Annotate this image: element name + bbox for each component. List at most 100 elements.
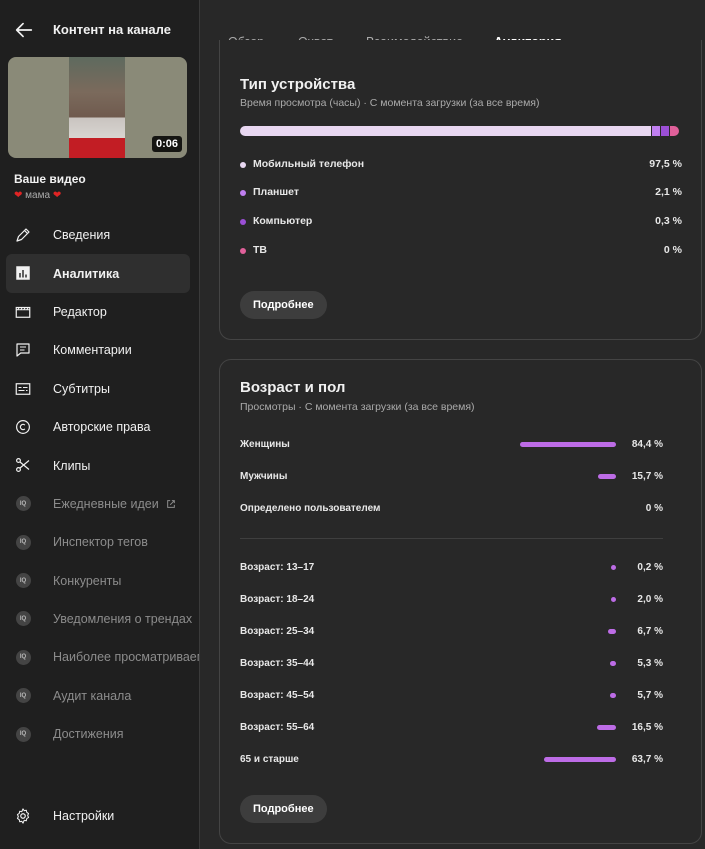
age-value: 63,7 % [631,754,663,765]
age-row: Возраст: 45–54 5,7 % [240,688,663,704]
age-value: 16,5 % [631,722,663,733]
gender-row: Мужчины 15,7 % [240,469,663,485]
age-card-subtitle: Просмотры · С момента загрузки (за все в… [240,401,475,413]
legend-dot [240,190,246,196]
gender-value: 15,7 % [631,471,663,482]
age-details-button[interactable]: Подробнее [240,795,327,823]
iq-icon: IQ [14,610,32,628]
age-label: Возраст: 35–44 [240,658,315,669]
sidebar-item-settings[interactable]: Настройки [0,797,199,835]
age-bar [611,565,616,570]
sidebar-item-label: Аналитика [53,266,120,281]
sidebar-item-label: Комментарии [53,343,132,358]
age-bar [597,725,616,730]
device-row-tv: ТВ 0 % [240,243,682,259]
gender-label: Женщины [240,439,290,450]
device-type-card: Тип устройства Время просмотра (часы) · … [219,40,702,340]
device-share-bar [240,126,682,136]
video-subtitle: ❤ мама ❤ [14,190,61,201]
age-label: Возраст: 55–64 [240,722,315,733]
device-value: 97,5 % [649,158,682,170]
device-row-mobile: Мобильный телефон 97,5 % [240,157,682,173]
gender-row: Женщины 84,4 % [240,437,663,453]
age-label: Возраст: 45–54 [240,690,315,701]
sidebar-item-achievements[interactable]: IQ Достижения [0,715,199,753]
comment-icon [14,341,32,359]
sidebar-item-channel-audit[interactable]: IQ Аудит канала [0,677,199,715]
age-bar [611,597,616,602]
gender-row: Определено пользователем 0 % [240,501,663,517]
device-row-tablet: Планшет 2,1 % [240,185,682,201]
heart-icon: ❤ [14,190,23,201]
iq-icon: IQ [14,533,32,551]
age-bar [608,629,616,634]
sidebar-item-comments[interactable]: Комментарии [0,331,199,369]
sidebar-item-tag-inspector[interactable]: IQ Инспектор тегов [0,523,199,561]
device-details-button[interactable]: Подробнее [240,291,327,319]
gender-value: 0 % [645,503,663,514]
age-row: 65 и старше 63,7 % [240,752,663,768]
sidebar-item-details[interactable]: Сведения [0,216,199,254]
iq-icon: IQ [14,648,32,666]
gender-bar [520,442,616,447]
sidebar-item-editor[interactable]: Редактор [0,293,199,331]
gender-bar [598,474,616,479]
video-subtitle-text: мама [25,190,51,201]
sidebar: Контент на канале 0:06 Ваше видео ❤ мама… [0,0,200,849]
back-arrow-icon[interactable] [13,19,35,41]
age-value: 6,7 % [637,626,663,637]
device-card-title: Тип устройства [240,76,356,93]
sidebar-title: Контент на канале [53,22,171,37]
sidebar-item-daily-ideas[interactable]: IQ Ежедневные идеи [0,485,199,523]
iq-icon: IQ [14,725,32,743]
sidebar-item-label: Наиболее просматриваемые [53,650,199,665]
external-link-icon [166,500,175,508]
gender-label: Определено пользователем [240,503,381,514]
age-value: 2,0 % [637,594,663,605]
age-label: Возраст: 18–24 [240,594,315,605]
device-value: 0,3 % [655,215,682,227]
age-row: Возраст: 25–34 6,7 % [240,624,663,640]
iq-icon: IQ [14,495,32,513]
age-bar [543,757,616,762]
gear-icon [14,807,32,825]
sidebar-item-analytics[interactable]: Аналитика [6,254,190,293]
device-bar-segment [652,126,660,136]
main-content: Обзор Охват Взаимодействие Аудитория Тип… [200,0,705,849]
analytics-icon [14,264,32,282]
video-duration: 0:06 [151,136,182,152]
sidebar-item-label: Настройки [53,809,115,823]
sidebar-item-clips[interactable]: Клипы [0,446,199,484]
sidebar-item-trend-alerts[interactable]: IQ Уведомления о трендах [0,600,199,638]
device-value: 0 % [663,244,682,256]
sidebar-item-label: Сведения [53,228,111,243]
sidebar-item-competitors[interactable]: IQ Конкуренты [0,562,199,600]
device-label: Компьютер [253,215,313,227]
age-bar [609,661,616,666]
sidebar-nav: Сведения Аналитика Редактор Комментарии [0,216,199,753]
sidebar-header: Контент на канале [0,0,199,58]
legend-dot [240,162,246,168]
sidebar-item-label: Уведомления о трендах [53,612,193,627]
age-label: 65 и старше [240,754,299,765]
sidebar-item-copyright[interactable]: Авторские права [0,408,199,446]
device-bar-segment [670,126,679,136]
sidebar-item-subtitles[interactable]: Субтитры [0,370,199,408]
device-card-subtitle: Время просмотра (часы) · С момента загру… [240,97,540,109]
age-value: 5,3 % [637,658,663,669]
sidebar-item-label: Аудит канала [53,688,132,703]
video-thumbnail[interactable]: 0:06 [8,57,187,158]
copyright-icon [14,418,32,436]
device-label: Планшет [253,186,299,198]
device-row-computer: Компьютер 0,3 % [240,214,682,230]
sidebar-item-label: Инспектор тегов [53,535,148,550]
age-gender-card: Возраст и пол Просмотры · С момента загр… [219,359,702,844]
legend-dot [240,219,246,225]
age-row: Возраст: 13–17 0,2 % [240,560,663,576]
age-row: Возраст: 35–44 5,3 % [240,656,663,672]
sidebar-item-most-viewed[interactable]: IQ Наиболее просматриваемые [0,638,199,676]
scissors-icon [14,456,32,474]
video-title: Ваше видео [14,172,86,186]
iq-icon: IQ [14,687,32,705]
device-bar-segment [240,126,651,136]
